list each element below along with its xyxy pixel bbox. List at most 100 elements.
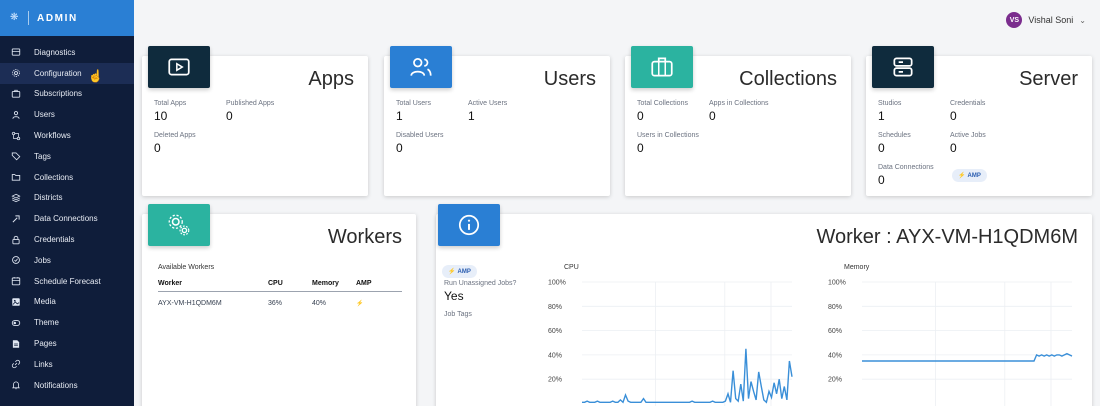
worker-detail-card[interactable]: Worker : AYX-VM-H1QDM6M ⚡ AMP Run Unassig… [436,214,1092,406]
table-row[interactable]: AYX-VM-H1QDM6M 36% 40% ⚡ [158,292,402,307]
data-connections-value: 0 [878,173,885,187]
sidebar-item-subscriptions[interactable]: Subscriptions [0,84,134,105]
schedules-stat: Schedules 0 [878,132,911,155]
sidebar-item-data-connections[interactable]: Data Connections [0,208,134,229]
published-apps-stat: Published Apps 0 [226,100,274,123]
sidebar-item-media[interactable]: Media [0,292,134,313]
sidebar-item-tags[interactable]: Tags [0,146,134,167]
sidebar-item-credentials[interactable]: Credentials [0,229,134,250]
data-connections-label: Data Connections [878,164,934,171]
cpu-ytick-label: 100% [548,280,566,287]
sidebar-item-notifications[interactable]: Notifications [0,375,134,396]
col-memory: Memory [312,280,339,287]
worker-detail-badge [438,204,500,246]
apps-in-collections-label: Apps in Collections [709,100,769,107]
published-apps-value: 0 [226,109,233,123]
disabled-users-label: Disabled Users [396,132,444,139]
server-title: Server [1019,68,1078,90]
memory-chart: 100% 80% 60% 40% 20% [828,280,1073,406]
sidebar-item-label: Media [34,297,56,307]
lock-icon [10,234,22,246]
credentials-label: Credentials [950,100,986,107]
cpu-ytick-label: 20% [548,377,562,384]
sidebar-item-schedule-forecast[interactable]: Schedule Forecast [0,271,134,292]
server-badge [872,46,934,88]
memory-ytick-label: 20% [828,377,842,384]
sidebar-item-pages[interactable]: Pages [0,333,134,354]
sidebar-item-label: Credentials [34,235,75,245]
workers-table: Worker CPU Memory AMP AYX-VM-H1QDM6M 36%… [158,280,402,307]
sidebar-item-diagnostics[interactable]: Diagnostics [0,42,134,63]
link-icon [10,358,22,370]
diagnostics-icon [10,46,22,58]
workers-table-header: Worker CPU Memory AMP [158,280,402,292]
col-cpu: CPU [268,280,283,287]
logo-icon: ❋ [10,12,19,23]
connection-icon [10,213,22,225]
schedules-label: Schedules [878,132,911,139]
sidebar-item-label: Collections [34,172,74,182]
sidebar-item-label: Configuration [34,68,82,78]
brand-bar[interactable]: ❋ ADMIN [0,0,134,36]
server-amp-badge: ⚡ AMP [952,164,987,182]
sidebar-item-label: Diagnostics [34,47,76,57]
memory-ytick-label: 40% [828,352,842,359]
sidebar-item-label: Tags [34,151,51,161]
workers-badge [148,204,210,246]
sidebar-item-label: Pages [34,339,57,349]
sidebar-item-label: Notifications [34,380,78,390]
studios-label: Studios [878,100,902,107]
user-menu[interactable]: VS Vishal Soni ⌄ [1006,12,1086,28]
sidebar-item-links[interactable]: Links [0,354,134,375]
sidebar-item-districts[interactable]: Districts [0,188,134,209]
collections-title: Collections [739,68,837,90]
bolt-icon: ⚡ [448,269,456,275]
cpu-ytick-label: 80% [548,304,562,311]
worker-detail-title: Worker : AYX-VM-H1QDM6M [816,226,1078,248]
total-collections-stat: Total Collections 0 [637,100,688,123]
sidebar-item-configuration[interactable]: Configuration ☝ [0,62,134,84]
data-connections-stat: Data Connections 0 [878,164,934,187]
amp-icon: ⚡ [356,301,364,307]
worker-amp-badge: ⚡ AMP [442,260,477,278]
col-amp: AMP [356,280,372,287]
active-jobs-stat: Active Jobs 0 [950,132,986,155]
memory-ytick-label: 80% [828,304,842,311]
page-icon [10,338,22,350]
memory-chart-title: Memory [844,264,870,271]
active-users-label: Active Users [468,100,508,107]
worker-cpu: 36% [268,300,283,307]
avatar: VS [1006,12,1023,28]
server-icon [893,57,913,77]
districts-icon [10,192,22,204]
deleted-apps-value: 0 [154,141,161,155]
user-name: Vishal Soni [1028,15,1074,25]
cpu-chart-title: CPU [564,264,579,271]
run-unassigned-value: Yes [444,289,464,303]
users-in-collections-stat: Users in Collections 0 [637,132,699,155]
users-in-collections-value: 0 [637,141,644,155]
tag-icon [10,150,22,162]
folder-icon [10,171,22,183]
sidebar-item-collections[interactable]: Collections [0,167,134,188]
sidebar-item-users[interactable]: Users [0,104,134,125]
sidebar-item-workflows[interactable]: Workflows [0,125,134,146]
hand-cursor-icon: ☝ [88,68,103,83]
workflow-icon [10,130,22,142]
bolt-icon: ⚡ [958,173,966,179]
sidebar-item-jobs[interactable]: Jobs [0,250,134,271]
job-tags-label: Job Tags [444,311,472,318]
studios-stat: Studios 1 [878,100,901,123]
bell-icon [10,379,22,391]
apps-badge [148,46,210,88]
total-apps-value: 10 [154,109,168,123]
memory-ytick-label: 100% [828,280,846,287]
sidebar-item-label: Schedule Forecast [34,276,101,286]
active-jobs-label: Active Jobs [950,132,986,139]
sidebar-item-label: Jobs [34,255,51,265]
sidebar-item-theme[interactable]: Theme [0,312,134,333]
apps-in-collections-value: 0 [709,109,716,123]
user-icon [10,109,22,121]
chevron-down-icon: ⌄ [1079,15,1086,25]
collections-badge [631,46,693,88]
